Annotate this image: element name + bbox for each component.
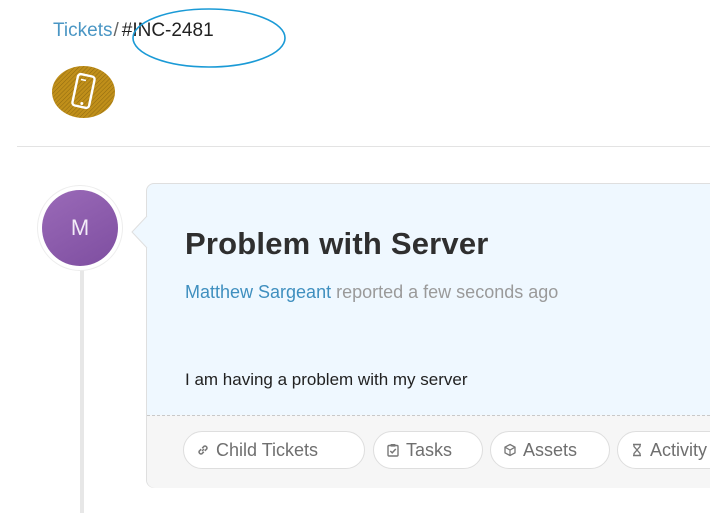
breadcrumb: Tickets/#INC-2481 bbox=[53, 19, 214, 43]
ticket-tab-bar: Child Tickets Tasks Assets Activity bbox=[147, 415, 710, 488]
tab-tasks[interactable]: Tasks bbox=[373, 431, 483, 469]
smartphone-icon bbox=[52, 66, 115, 118]
tab-child-tickets[interactable]: Child Tickets bbox=[183, 431, 365, 469]
header-divider bbox=[17, 146, 710, 147]
tab-assets-label: Assets bbox=[523, 440, 578, 460]
card-pointer bbox=[131, 215, 148, 249]
tab-child-tickets-label: Child Tickets bbox=[216, 440, 319, 460]
avatar: M bbox=[38, 186, 122, 270]
breadcrumb-separator: / bbox=[113, 20, 119, 41]
tab-activity[interactable]: Activity bbox=[617, 431, 710, 469]
reporter-link[interactable]: Matthew Sargeant bbox=[185, 282, 331, 302]
reported-time: reported a few seconds ago bbox=[336, 282, 559, 302]
ticket-card: Problem with Server Matthew Sargeant rep… bbox=[146, 183, 710, 488]
breadcrumb-tickets-link[interactable]: Tickets bbox=[53, 20, 112, 41]
ticket-description: I am having a problem with my server bbox=[185, 370, 468, 389]
cube-icon bbox=[501, 434, 519, 470]
tab-tasks-label: Tasks bbox=[406, 440, 453, 460]
clipboard-check-icon bbox=[384, 434, 402, 470]
ticket-meta: Matthew Sargeant reported a few seconds … bbox=[185, 282, 558, 303]
ticket-title: Problem with Server bbox=[185, 226, 489, 261]
tab-assets[interactable]: Assets bbox=[490, 431, 610, 469]
breadcrumb-ticket-id: #INC-2481 bbox=[121, 20, 214, 41]
link-icon bbox=[194, 434, 212, 470]
tab-activity-label: Activity bbox=[650, 440, 708, 460]
avatar-initial: M bbox=[42, 190, 118, 266]
ticket-page: Tickets/#INC-2481 M Problem with Server … bbox=[0, 0, 710, 513]
timeline-line bbox=[80, 260, 84, 513]
hourglass-icon bbox=[628, 434, 646, 470]
